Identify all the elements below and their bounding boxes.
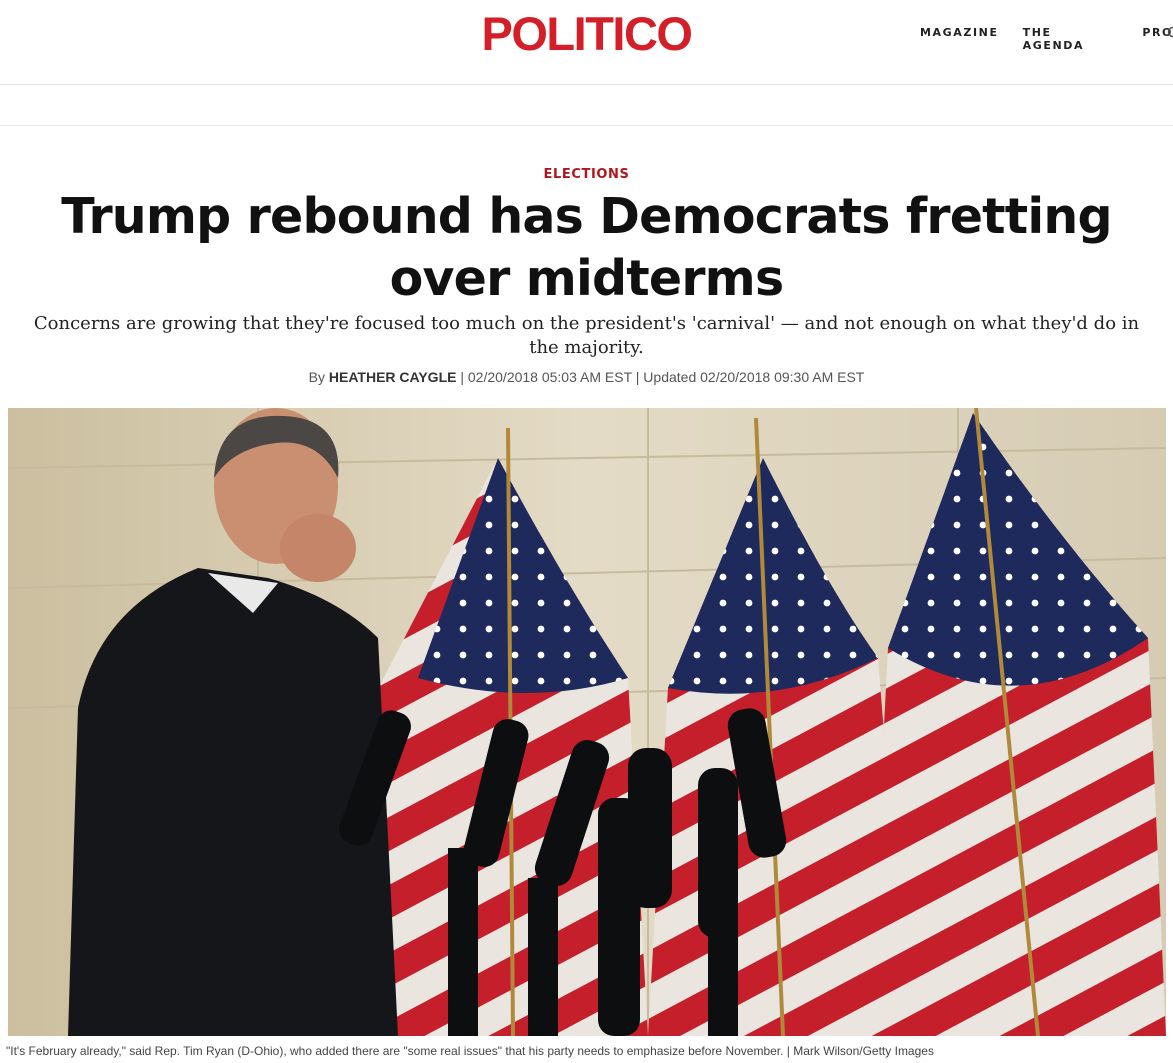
photo-caption: "It's February already," said Rep. Tim R…: [6, 1044, 934, 1058]
top-nav: MAGAZINE THE AGENDA PRO: [920, 26, 1173, 52]
lead-photo-illustration: [8, 408, 1166, 1036]
updated-timestamp: Updated 02/20/2018 09:30 AM EST: [643, 369, 865, 385]
byline-separator: |: [456, 369, 468, 385]
article-dek: Concerns are growing that they're focuse…: [33, 313, 1140, 358]
site-header: POLITICO MAGAZINE THE AGENDA PRO: [0, 0, 1173, 85]
nav-item-magazine[interactable]: MAGAZINE: [920, 26, 999, 52]
byline-separator: |: [631, 369, 644, 385]
nav-item-the-agenda[interactable]: THE AGENDA: [1023, 26, 1119, 52]
byline: By HEATHER CAYGLE | 02/20/2018 05:03 AM …: [0, 369, 1173, 385]
lead-photo: [8, 408, 1166, 1036]
ad-banner-slot: [0, 86, 1173, 126]
author-link[interactable]: HEATHER CAYGLE: [329, 369, 457, 385]
published-timestamp: 02/20/2018 05:03 AM EST: [467, 369, 632, 385]
section-label[interactable]: ELECTIONS: [0, 167, 1173, 182]
byline-prefix: By: [308, 369, 325, 385]
search-icon[interactable]: [1167, 26, 1173, 40]
article-headline: Trump rebound has Democrats fretting ove…: [61, 188, 1112, 307]
